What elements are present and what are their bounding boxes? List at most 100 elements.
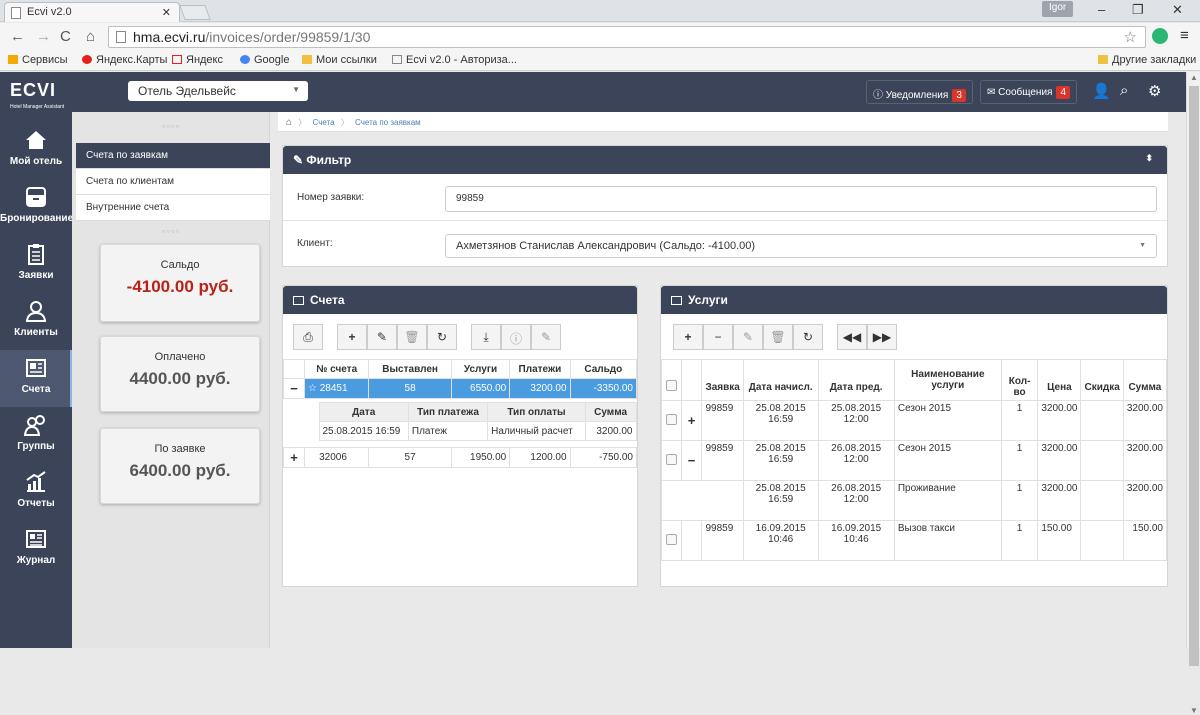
bookmark-ecvi[interactable]: Ecvi v2.0 - Авториза... (392, 54, 517, 66)
submenu-item-order-accounts[interactable]: Счета по заявкам (76, 143, 270, 169)
app-header: ECVI Hotel Manager Assistant Отель Эдельв… (0, 72, 1186, 112)
edit-account-button[interactable]: ✎ (367, 324, 397, 350)
browser-tab[interactable]: Ecvi v2.0 ✕ (4, 2, 180, 22)
extension-icon[interactable] (1152, 28, 1168, 44)
paid-value: 4400.00 руб. (129, 369, 231, 388)
messages-button[interactable]: ✉ Сообщения 4 (980, 80, 1078, 104)
services-panel: Услуги + − ✎ 🗑 ↻ ◀◀ ▶▶ Заявка Дата начис… (660, 285, 1168, 587)
back-icon[interactable]: ← (10, 28, 25, 45)
notifications-badge: 3 (952, 89, 966, 102)
page-scrollbar[interactable]: ▲ ▼ (1186, 72, 1200, 715)
home-icon[interactable]: ⌂ (86, 28, 95, 45)
nav-clients[interactable]: Клиенты (0, 293, 72, 350)
restore-icon[interactable]: ❐ (1132, 2, 1144, 18)
bookmarks-bar: Сервисы Яндекс.Карты Яндекс Google Мои с… (0, 51, 1200, 71)
payment-row[interactable]: 25.08.2015 16:59 Платеж Наличный расчет … (318, 421, 637, 441)
collapse-row-button[interactable]: − (680, 440, 703, 481)
page-icon (116, 31, 126, 43)
expand-row-button[interactable]: + (283, 447, 305, 468)
breadcrumb-accounts[interactable]: Счета (313, 118, 335, 127)
order-total-card: По заявке 6400.00 руб. (100, 428, 260, 504)
nav-reports[interactable]: Отчеты (0, 464, 72, 521)
order-number-input[interactable]: 99859 (445, 186, 1157, 212)
nav-accounts[interactable]: Счета (0, 350, 72, 407)
refresh-button[interactable]: ↻ (427, 324, 457, 350)
logo-subtitle: Hotel Manager Assistant (10, 104, 65, 110)
mail-icon: ✉ (987, 87, 996, 98)
user-icon[interactable]: 👤 (1092, 82, 1111, 100)
row-checkbox[interactable] (665, 413, 677, 425)
nav-booking[interactable]: Бронирование (0, 179, 73, 236)
filter-header[interactable]: ✎ Фильтр ⬍ (283, 146, 1167, 174)
select-all-checkbox[interactable] (665, 380, 677, 391)
submenu-item-client-accounts[interactable]: Счета по клиентам (76, 169, 270, 195)
breadcrumb-order-accounts[interactable]: Счета по заявкам (355, 118, 421, 127)
gear-icon[interactable]: ⚙ (1148, 82, 1161, 100)
info-button[interactable]: ⓘ (501, 324, 531, 350)
forward-icon[interactable]: → (36, 28, 51, 45)
search-icon[interactable]: ⌕ (1120, 82, 1128, 99)
nav-my-hotel[interactable]: Мой отель (0, 122, 72, 179)
refresh-services-button[interactable]: ↻ (793, 324, 823, 350)
rewind-icon[interactable]: ◀◀ (837, 324, 867, 350)
info-icon: ⓘ (873, 90, 883, 101)
bookmark-services[interactable]: Сервисы (8, 54, 68, 66)
list-icon (293, 296, 304, 305)
add-account-button[interactable]: + (337, 324, 367, 350)
table-row[interactable]: + 99859 25.08.2015 16:59 25.08.2015 12:00 … (661, 400, 1168, 441)
breadcrumb: ⌂ 〉 Счета 〉 Счета по заявкам (278, 112, 1168, 132)
submenu-grip: ○○○○ (161, 229, 181, 235)
logo[interactable]: ECVI Hotel Manager Assistant (10, 80, 64, 110)
minimize-icon[interactable]: – (1098, 2, 1105, 17)
hotel-select[interactable]: Отель Эдельвейс ▼ (128, 81, 308, 101)
order-number-label: Номер заявки: (297, 192, 365, 203)
table-row[interactable]: − 99859 25.08.2015 16:59 26.08.2015 12:00 … (661, 440, 1168, 481)
edit-payment-button[interactable]: ✎ (531, 324, 561, 350)
url-input[interactable]: hma.ecvi.ru/invoices/order/99859/1/30 ☆ (108, 26, 1146, 48)
download-button[interactable]: ⤓ (471, 324, 501, 350)
browser-menu-icon[interactable]: ≡ (1180, 27, 1189, 44)
edit-service-button[interactable]: ✎ (733, 324, 763, 350)
newspaper-icon (26, 359, 46, 377)
balance-value: -4100.00 руб. (126, 277, 234, 296)
browser-user[interactable]: Igor (1042, 1, 1074, 17)
close-window-icon[interactable]: ✕ (1172, 2, 1183, 18)
print-button[interactable]: ⎙ (293, 324, 323, 350)
payments-table: Дата Тип платежа Тип оплаты Сумма 25.08.… (318, 402, 637, 441)
bookmark-google[interactable]: Google (240, 54, 289, 66)
collapse-icon[interactable]: ⬍ (1145, 153, 1153, 164)
submenu-item-internal-accounts[interactable]: Внутренние счета (76, 195, 270, 221)
bookmark-yandex-maps[interactable]: Яндекс.Карты (82, 54, 167, 66)
table-row[interactable]: + 32006 57 1950.00 1200.00 -750.00 (283, 447, 638, 468)
fast-forward-icon[interactable]: ▶▶ (867, 324, 897, 350)
table-row-detail[interactable]: 25.08.2015 16:59 26.08.2015 12:00 Проживан… (661, 480, 1168, 521)
new-tab-button[interactable] (179, 5, 211, 20)
delete-service-button[interactable]: 🗑 (763, 324, 793, 350)
bookmark-yandex[interactable]: Яндекс (172, 54, 223, 66)
nav-orders[interactable]: Заявки (0, 236, 72, 293)
home-icon[interactable]: ⌂ (286, 117, 292, 128)
bookmark-star-icon[interactable]: ☆ (1124, 28, 1137, 46)
reload-icon[interactable]: C (60, 28, 71, 45)
main-nav: Мой отель Бронирование Заявки Клиенты Сч… (0, 112, 73, 648)
collapse-row-button[interactable]: − (283, 378, 305, 399)
add-service-button[interactable]: + (673, 324, 703, 350)
chevron-down-icon: ▼ (1139, 242, 1146, 249)
row-checkbox[interactable] (665, 453, 677, 465)
nav-journal[interactable]: Журнал (0, 521, 72, 578)
bookmark-folder-links[interactable]: Мои ссылки (302, 54, 377, 66)
delete-account-button[interactable]: 🗑 (397, 324, 427, 350)
yandex-icon (172, 55, 182, 64)
client-select[interactable]: Ахметзянов Станислав Александрович (Саль… (445, 234, 1157, 258)
page-icon (392, 55, 402, 64)
nav-groups[interactable]: Группы (0, 407, 72, 464)
bookmark-other[interactable]: Другие закладки (1098, 54, 1196, 66)
expand-row-button[interactable]: + (680, 400, 703, 441)
notifications-button[interactable]: ⓘ Уведомления 3 (866, 80, 973, 104)
row-checkbox[interactable] (665, 533, 677, 545)
close-tab-icon[interactable]: ✕ (162, 6, 171, 19)
table-row[interactable]: 99859 16.09.2015 10:46 16.09.2015 10:46 Вы… (661, 520, 1168, 561)
table-row[interactable]: − ☆ 28451 58 6550.00 3200.00 -3350.00 (283, 378, 638, 399)
remove-service-button[interactable]: − (703, 324, 733, 350)
star-icon[interactable]: ☆ (308, 383, 317, 394)
